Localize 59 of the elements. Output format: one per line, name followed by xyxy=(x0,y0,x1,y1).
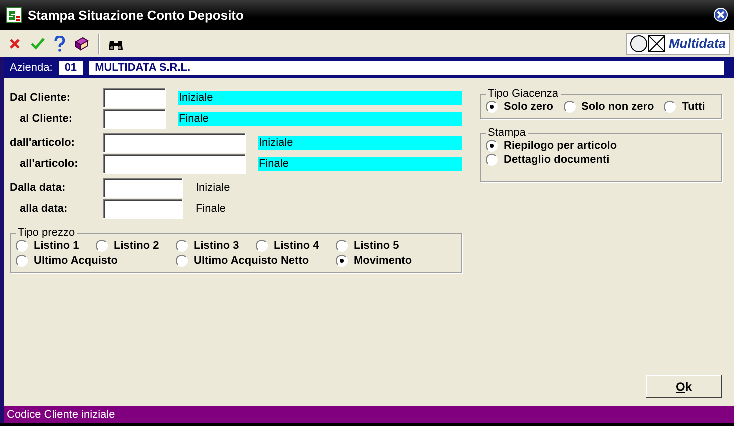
company-name: MULTIDATA S.R.L. xyxy=(89,60,724,74)
radio-button[interactable] xyxy=(336,255,348,267)
group-title: Tipo Giacenza xyxy=(487,88,560,100)
radio-option[interactable]: Solo zero xyxy=(486,101,554,113)
radio-button[interactable] xyxy=(256,240,268,252)
field-label: alla data: xyxy=(19,203,69,215)
field-hint: Iniziale xyxy=(178,91,462,105)
field-hint: Finale xyxy=(195,202,226,216)
radio-option[interactable]: Listino 2 xyxy=(96,240,176,252)
radio-option[interactable]: Riepilogo per articolo xyxy=(486,140,715,152)
field-label: Dal Cliente: xyxy=(10,92,72,104)
radio-option[interactable]: Listino 4 xyxy=(256,240,336,252)
radio-option[interactable]: Dettaglio documenti xyxy=(486,154,715,166)
radio-button[interactable] xyxy=(16,255,28,267)
radio-option[interactable]: Ultimo Acquisto Netto xyxy=(176,255,336,267)
radio-option[interactable]: Solo non zero xyxy=(564,101,654,113)
field-hint: Iniziale xyxy=(195,181,230,195)
logo-text: Multidata xyxy=(668,36,726,51)
group-title: Stampa xyxy=(487,127,527,139)
radio-button[interactable] xyxy=(176,255,188,267)
radio-button[interactable] xyxy=(336,240,348,252)
radio-button[interactable] xyxy=(664,101,676,113)
ok-button[interactable]: Ok xyxy=(646,375,722,398)
radio-button[interactable] xyxy=(564,101,576,113)
field-hint: Iniziale xyxy=(258,136,462,150)
input-field[interactable] xyxy=(103,88,166,108)
field-label: all'articolo: xyxy=(19,158,80,170)
radio-button[interactable] xyxy=(486,140,498,152)
input-field[interactable] xyxy=(103,154,246,174)
radio-option[interactable]: Movimento xyxy=(336,255,416,267)
input-field[interactable] xyxy=(103,133,246,153)
radio-option[interactable]: Listino 3 xyxy=(176,240,256,252)
company-code: 01 xyxy=(58,60,84,74)
radio-button[interactable] xyxy=(486,154,498,166)
radio-button[interactable] xyxy=(486,101,498,113)
field-label: dall'articolo: xyxy=(10,137,76,149)
status-bar: Codice Cliente iniziale xyxy=(4,406,734,423)
radio-option[interactable]: Listino 1 xyxy=(16,240,96,252)
company-label: Azienda: xyxy=(10,62,53,74)
app-icon xyxy=(6,7,22,23)
field-hint: Finale xyxy=(258,157,462,171)
radio-option[interactable]: Tutti xyxy=(664,101,706,113)
input-field[interactable] xyxy=(103,109,166,129)
help-icon[interactable] xyxy=(54,36,66,52)
field-hint: Finale xyxy=(178,112,462,126)
field-label: al Cliente: xyxy=(19,113,74,125)
radio-button[interactable] xyxy=(16,240,28,252)
radio-option[interactable]: Ultimo Acquisto xyxy=(16,255,176,267)
input-field[interactable] xyxy=(103,199,183,219)
close-icon[interactable] xyxy=(714,8,728,22)
radio-button[interactable] xyxy=(96,240,108,252)
checkmark-icon[interactable] xyxy=(30,36,46,50)
radio-option[interactable]: Listino 5 xyxy=(336,240,416,252)
radio-button[interactable] xyxy=(176,240,188,252)
input-field[interactable] xyxy=(103,178,183,198)
group-title: Tipo prezzo xyxy=(17,227,76,239)
window-title: Stampa Situazione Conto Deposito xyxy=(28,8,245,22)
cancel-icon[interactable] xyxy=(8,36,22,50)
field-label: Dalla data: xyxy=(10,182,67,194)
